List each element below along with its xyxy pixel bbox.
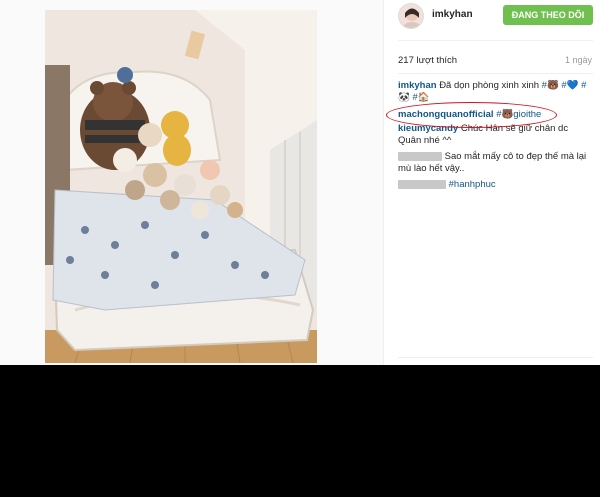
post-photo[interactable] [45, 10, 317, 363]
meta-divider [398, 73, 593, 74]
post-header: imkyhan ĐANG THEO DÕI [384, 0, 600, 40]
comment-list: imkyhan Đã dọn phòng xinh xinh #🐻 #💙 # 🐼… [398, 80, 593, 191]
instagram-post-card: imkyhan ĐANG THEO DÕI 217 lượt thích 1 n… [0, 0, 600, 365]
post-time[interactable]: 1 ngày [565, 55, 592, 65]
header-username[interactable]: imkyhan [432, 9, 473, 20]
header-divider [398, 40, 593, 41]
blurred-username [398, 151, 442, 161]
hashtag-emojis-2[interactable]: 🐼 #🏠 [398, 92, 430, 103]
hashtag-emojis[interactable]: #🐻 #💙 # [542, 80, 587, 91]
user-avatar[interactable] [398, 3, 424, 29]
comment-item: #hanhphuc [398, 179, 593, 191]
avatar-image [399, 4, 423, 28]
post-sidebar: imkyhan ĐANG THEO DÕI 217 lượt thích 1 n… [383, 0, 600, 365]
comment-caption: imkyhan Đã dọn phòng xinh xinh #🐻 #💙 # 🐼… [398, 80, 593, 104]
comment-text: Đã dọn phòng xinh xinh [439, 80, 540, 91]
bedroom-photo-illustration [45, 10, 317, 363]
footer-divider [398, 357, 593, 358]
comment-username[interactable]: imkyhan [398, 80, 437, 91]
photo-pane [0, 0, 383, 365]
blurred-username [398, 179, 446, 189]
comment-item: Sao mắt mấy cô to đẹp thế mà lại mù lào … [398, 151, 593, 175]
hashtag-hanhphuc[interactable]: #hanhphuc [449, 179, 496, 190]
red-highlight-ellipse [386, 102, 557, 128]
following-button[interactable]: ĐANG THEO DÕI [503, 5, 593, 25]
likes-count[interactable]: 217 lượt thích [398, 55, 457, 66]
